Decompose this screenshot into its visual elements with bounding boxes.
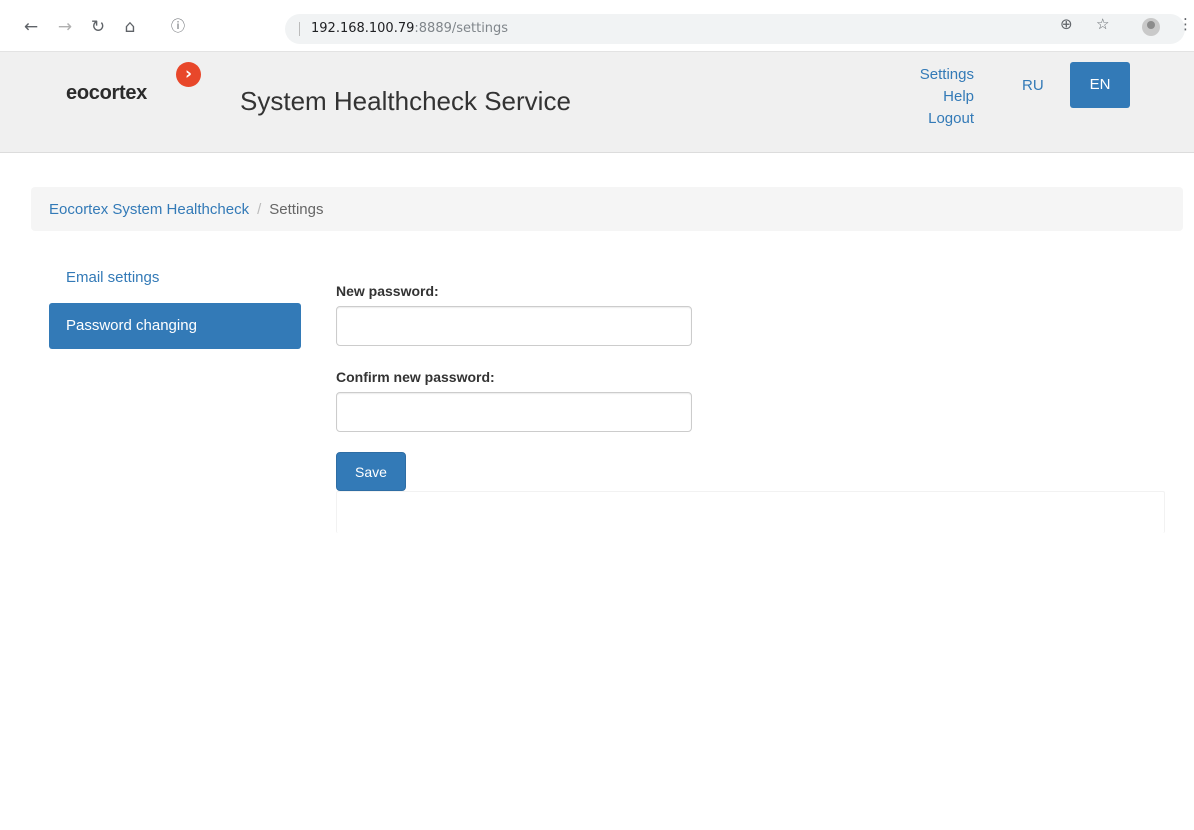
home-icon[interactable]: ⌂ (119, 16, 141, 38)
save-button[interactable]: Save (336, 452, 406, 491)
star-icon[interactable]: ☆ (1096, 15, 1109, 33)
logout-link[interactable]: Logout (880, 108, 974, 130)
logo-text: eocortex (66, 82, 147, 104)
zoom-icon[interactable]: ⊕ (1060, 15, 1073, 33)
chevron-right-icon: › (176, 62, 201, 87)
help-link[interactable]: Help (880, 86, 974, 108)
result-panel (336, 491, 1165, 533)
settings-link[interactable]: Settings (880, 64, 974, 86)
breadcrumb-separator: / (257, 201, 262, 218)
confirm-password-label: Confirm new password: (336, 369, 495, 385)
arrow-left-icon[interactable]: ← (20, 16, 42, 38)
browser-toolbar: ← → ↻ ⌂ ⓘ 192.168.100.79:8889/settings ⊕… (0, 0, 1194, 52)
kebab-menu-icon[interactable]: ⋮ (1178, 15, 1193, 33)
new-password-label: New password: (336, 283, 439, 299)
reload-icon[interactable]: ↻ (87, 16, 109, 38)
url-text: 192.168.100.79:8889/settings (311, 21, 508, 36)
breadcrumb-home-link[interactable]: Eocortex System Healthcheck (49, 201, 249, 218)
profile-icon[interactable] (1142, 18, 1160, 36)
confirm-password-input[interactable] (336, 392, 692, 432)
top-nav: Settings Help Logout (880, 64, 974, 130)
address-bar[interactable]: 192.168.100.79:8889/settings (285, 14, 1185, 44)
app-header: eocortex › System Healthcheck Service Se… (0, 52, 1194, 153)
breadcrumb-current: Settings (269, 201, 324, 218)
lang-en-button[interactable]: EN (1070, 62, 1130, 108)
url-host: 192.168.100.79 (311, 21, 415, 36)
arrow-right-icon[interactable]: → (54, 16, 76, 38)
page-title: System Healthcheck Service (240, 86, 571, 116)
info-icon[interactable]: ⓘ (167, 16, 189, 38)
lang-ru-button[interactable]: RU (1022, 77, 1044, 94)
breadcrumb: Eocortex System Healthcheck / Settings (31, 187, 1183, 231)
url-path: :8889/settings (414, 21, 509, 36)
url-divider (299, 22, 300, 36)
sidebar-item-password-changing[interactable]: Password changing (49, 303, 301, 349)
new-password-input[interactable] (336, 306, 692, 346)
sidebar-item-email-settings[interactable]: Email settings (49, 263, 301, 295)
